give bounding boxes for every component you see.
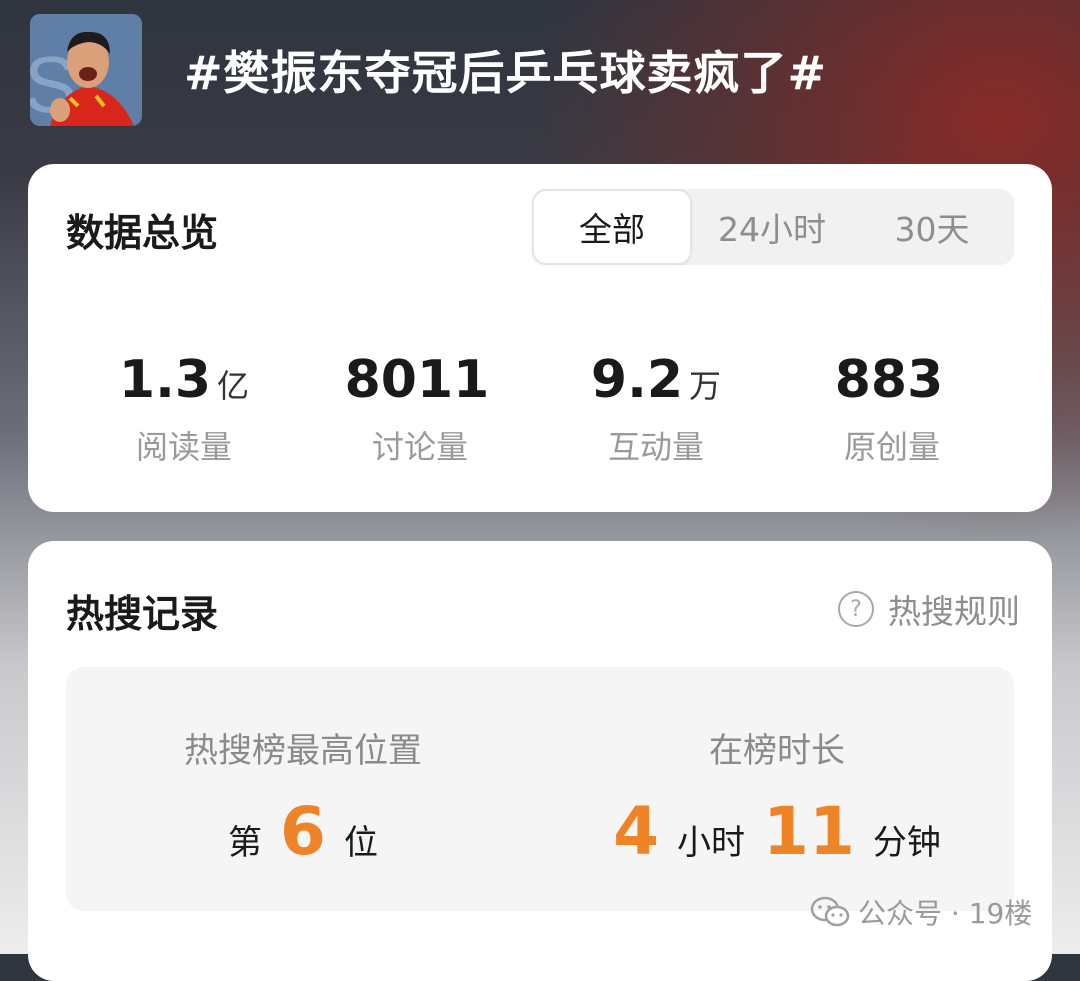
stat-originals: 883 原创量: [774, 350, 1010, 468]
stat-discussions: 8011 讨论量: [302, 350, 538, 468]
peak-position-label: 热搜榜最高位置: [184, 731, 422, 771]
tab-30-days[interactable]: 30天: [852, 189, 1012, 265]
watermark-text: 公众号 · 19楼: [858, 897, 1033, 930]
stat-label: 阅读量: [135, 428, 232, 466]
hot-search-rules-link[interactable]: ? 热搜规则: [838, 585, 1020, 633]
peak-position-column: 热搜榜最高位置 第 6 位: [66, 667, 540, 911]
duration-value: 4 小时 11 分钟: [540, 793, 1014, 870]
stat-unit: 万: [689, 367, 722, 405]
peak-position-value: 第 6 位: [66, 793, 540, 870]
duration-minutes-unit: 分钟: [872, 823, 941, 863]
watermark: 公众号 · 19楼: [810, 892, 1032, 932]
topic-title: #樊振东夺冠后乒乓球卖疯了#: [184, 46, 828, 100]
athlete-avatar-icon: S: [30, 14, 142, 126]
stat-label: 互动量: [607, 428, 704, 466]
stat-value: 1.3 亿: [66, 350, 302, 416]
stat-value: 9.2 万: [538, 350, 774, 416]
hot-search-panel: 热搜榜最高位置 第 6 位 在榜时长 4 小时 11 分钟: [66, 667, 1014, 911]
time-range-segmented-control: 全部 24小时 30天: [532, 189, 1014, 265]
stat-label: 讨论量: [371, 428, 468, 466]
stat-reads: 1.3 亿 阅读量: [66, 350, 302, 468]
stat-number: 883: [834, 350, 944, 410]
stat-value: 8011: [302, 350, 538, 416]
stat-value: 883: [774, 350, 1010, 416]
tab-all[interactable]: 全部: [532, 189, 692, 265]
duration-column: 在榜时长 4 小时 11 分钟: [540, 667, 1014, 911]
peak-prefix: 第: [228, 823, 263, 863]
duration-hours: 4: [613, 793, 660, 870]
question-circle-icon: ?: [838, 591, 874, 627]
stat-number: 1.3: [118, 350, 212, 410]
hot-search-title: 热搜记录: [66, 592, 219, 636]
rules-label: 热搜规则: [888, 592, 1020, 631]
overview-title: 数据总览: [66, 211, 219, 255]
stat-number: 9.2: [590, 350, 684, 410]
duration-minutes: 11: [763, 793, 855, 870]
stat-interactions: 9.2 万 互动量: [538, 350, 774, 468]
stats-row: 1.3 亿 阅读量 8011 讨论量 9.2 万 互动量 883 原创量: [28, 350, 1052, 468]
duration-hours-unit: 小时: [677, 823, 746, 863]
stat-unit: 亿: [217, 367, 250, 405]
tab-24-hours[interactable]: 24小时: [692, 189, 852, 265]
peak-rank: 6: [280, 793, 326, 870]
wechat-icon: [810, 896, 850, 927]
topic-avatar[interactable]: S: [30, 14, 142, 126]
peak-suffix: 位: [343, 823, 378, 863]
stat-number: 8011: [344, 350, 490, 410]
data-overview-card: 数据总览 全部 24小时 30天 1.3 亿 阅读量 8011 讨论量 9.2 万 …: [28, 164, 1052, 512]
stat-label: 原创量: [843, 428, 940, 466]
duration-label: 在榜时长: [709, 731, 845, 771]
topic-header: S #樊振东夺冠后乒乓球卖疯了#: [30, 14, 827, 126]
